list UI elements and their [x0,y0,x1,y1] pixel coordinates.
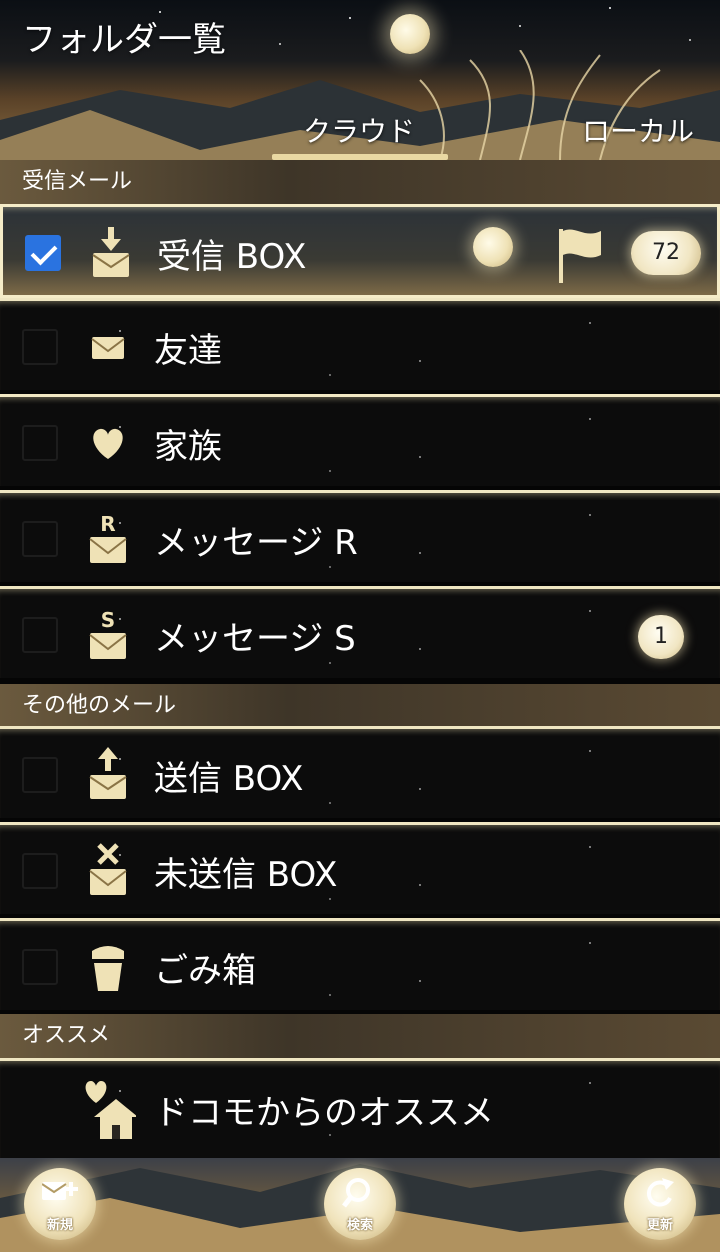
section-header-recommended: オススメ [0,1014,720,1058]
new-mail-icon [42,1182,78,1200]
folder-label: メッセージ R [154,523,358,563]
folder-checkbox[interactable] [22,329,58,365]
folder-checkbox[interactable] [25,235,61,271]
flag-icon[interactable] [555,225,605,285]
heart-house-icon [85,1081,136,1139]
refresh-label: 更新 [646,1218,673,1233]
folder-checkbox[interactable] [22,521,58,557]
unread-count-badge: 72 [631,231,701,275]
folder-tabs: クラウド ローカル [0,104,720,160]
folder-row-message-r[interactable]: R メッセージ R [0,490,720,582]
section-header-inbox: 受信メール [0,160,720,204]
inbox-download-icon [92,227,130,277]
envelope-icon [91,337,125,359]
folder-label: 送信 BOX [154,759,304,799]
heart-icon [93,428,123,459]
folder-label: ごみ箱 [154,951,256,991]
new-mail-label: 新規 [46,1218,73,1233]
unsent-x-icon [89,843,127,895]
folder-row-message-s[interactable]: S メッセージ S 1 [0,586,720,678]
folder-row-outbox[interactable]: 送信 BOX [0,726,720,818]
new-mail-button[interactable]: 新規 [24,1168,96,1240]
search-label: 検索 [346,1218,373,1233]
search-button[interactable]: 検索 [324,1168,396,1240]
refresh-icon [646,1178,674,1207]
folder-checkbox[interactable] [22,949,58,985]
moon-decoration [473,227,513,267]
folder-checkbox[interactable] [22,425,58,461]
page-title: フォルダ一覧 [22,20,226,60]
bottom-action-bar: 新規 検索 更新 [0,1158,720,1252]
folder-label: 家族 [154,427,222,467]
folder-label: 未送信 BOX [154,855,338,895]
tab-local[interactable]: ローカル [582,110,694,150]
folder-label: メッセージ S [154,619,356,659]
search-icon [342,1178,370,1208]
moon-decoration [390,14,430,54]
svg-text:R: R [100,512,115,536]
folder-row-unsent[interactable]: 未送信 BOX [0,822,720,914]
folder-label: 受信 BOX [157,237,307,277]
folder-row-friends[interactable]: 友達 [0,298,720,390]
folder-row-trash[interactable]: ごみ箱 [0,918,720,1010]
unread-count-badge: 1 [638,615,684,659]
outbox-upload-icon [89,747,127,799]
folder-row-docomo-recommend[interactable]: ドコモからのオススメ [0,1058,720,1158]
message-s-icon: S [89,608,127,659]
folder-checkbox[interactable] [22,853,58,889]
refresh-button[interactable]: 更新 [624,1168,696,1240]
message-r-icon: R [89,512,127,563]
folder-row-inbox[interactable]: 受信 BOX 72 [0,204,720,298]
header-background: フォルダ一覧 クラウド ローカル [0,0,720,160]
section-header-other-mail: その他のメール [0,684,720,728]
folder-label: ドコモからのオススメ [154,1093,494,1133]
folder-checkbox[interactable] [22,617,58,653]
folder-row-family[interactable]: 家族 [0,394,720,486]
trash-icon [92,946,124,991]
tab-cloud[interactable]: クラウド [303,110,415,150]
folder-checkbox[interactable] [22,757,58,793]
folder-label: 友達 [154,331,222,371]
svg-text:S: S [101,608,115,632]
